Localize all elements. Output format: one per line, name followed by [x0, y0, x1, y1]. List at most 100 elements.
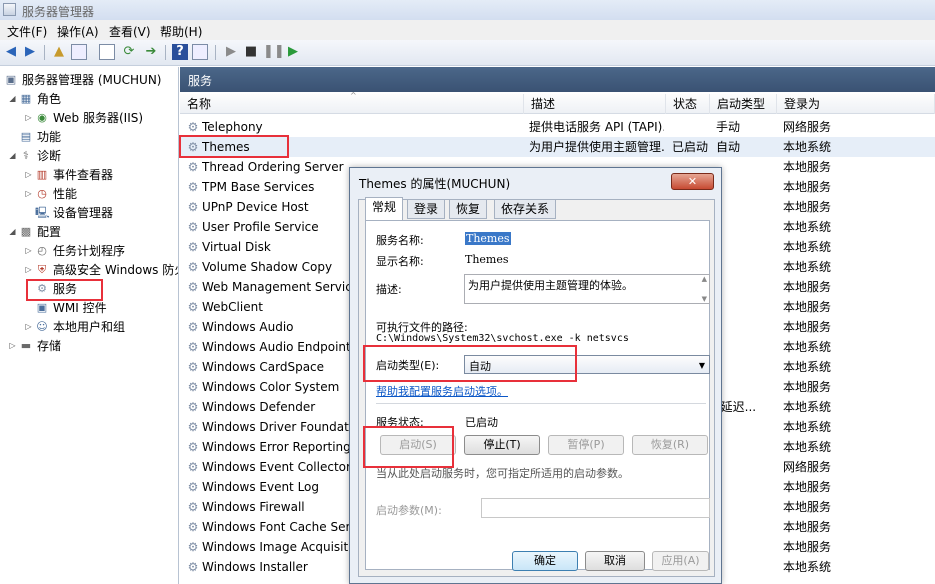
cell-logon: 本地系统: [783, 360, 832, 374]
tab-general[interactable]: 常规: [365, 197, 404, 220]
restart-service-icon[interactable]: ▶: [285, 44, 301, 60]
cell-logon: 本地服务: [783, 300, 832, 314]
pause-service-icon[interactable]: ❚❚: [263, 44, 285, 60]
tree-item-local-users[interactable]: ▷ ☺ 本地用户和组: [24, 318, 178, 336]
service-gear-icon: ⚙: [187, 500, 199, 514]
cell-logon: 本地系统: [783, 340, 832, 354]
close-button[interactable]: ✕: [671, 173, 714, 190]
event-viewer-icon: ▥: [36, 168, 48, 181]
tree-item-firewall[interactable]: ▷ ⛨ 高级安全 Windows 防火墙: [24, 261, 178, 279]
column-status[interactable]: 状态: [666, 94, 710, 114]
tree-item-storage[interactable]: ▷ ▬ 存储: [8, 337, 178, 355]
expand-arrow-icon[interactable]: ◢: [8, 223, 17, 241]
action-pane-icon[interactable]: [192, 44, 208, 60]
cancel-button[interactable]: 取消: [585, 551, 645, 571]
expand-arrow-icon[interactable]: ◢: [8, 147, 17, 165]
window-title: 服务器管理器: [22, 5, 95, 19]
forward-icon[interactable]: ▶: [22, 44, 38, 60]
tree-item-roles[interactable]: ◢ ▦ 角色: [8, 90, 178, 108]
ok-button[interactable]: 确定: [512, 551, 578, 571]
cell-logon: 本地系统: [783, 240, 832, 254]
start-service-icon[interactable]: ▶: [223, 44, 239, 60]
service-gear-icon: ⚙: [187, 140, 199, 154]
service-gear-icon: ⚙: [187, 400, 199, 414]
tree-item-wmi[interactable]: ▣ WMI 控件: [24, 299, 178, 317]
help-icon[interactable]: ?: [172, 44, 188, 60]
show-hide-tree-icon[interactable]: [71, 44, 87, 60]
expand-arrow-icon[interactable]: ▷: [24, 185, 33, 203]
apply-button[interactable]: 应用(A): [652, 551, 709, 571]
toolbar-separator: [44, 45, 45, 60]
column-logon[interactable]: 登录为: [777, 94, 935, 114]
stop-button[interactable]: 停止(T): [464, 435, 540, 455]
startup-type-select[interactable]: 自动 ▼: [464, 355, 710, 374]
properties-dialog: Themes 的属性(MUCHUN) ✕ 常规 登录 恢复 依存关系 服务名称:…: [349, 167, 722, 584]
refresh-icon[interactable]: ⟳: [121, 44, 137, 60]
stop-service-icon[interactable]: ■: [243, 44, 259, 60]
tab-dependencies[interactable]: 依存关系: [494, 199, 557, 219]
tree-item-device-manager[interactable]: 🖳 设备管理器: [24, 204, 178, 222]
firewall-icon: ⛨: [37, 263, 47, 276]
cell-logon: 本地服务: [783, 500, 832, 514]
up-folder-icon[interactable]: ▲: [51, 44, 67, 60]
cell-startup: [716, 157, 778, 177]
scroll-down-icon[interactable]: ▼: [702, 295, 707, 303]
navigation-tree: ▣ 服务器管理器 (MUCHUN) ◢ ▦ 角色 ▷ ◉ Web 服务器(IIS…: [0, 67, 179, 584]
start-params-input[interactable]: [481, 498, 710, 518]
performance-icon: ◷: [37, 187, 47, 200]
table-row[interactable]: ⚙ Telephony 提供电话服务 API (TAPI)... 手动 网络服务: [180, 117, 935, 137]
cell-status: [672, 117, 712, 137]
menu-help[interactable]: 帮助(H): [160, 23, 202, 40]
cell-startup: [716, 517, 778, 537]
tree-item-diagnostics[interactable]: ◢ ⚕ 诊断: [8, 147, 178, 165]
start-button[interactable]: 启动(S): [380, 435, 456, 455]
cell-logon: 本地系统: [783, 400, 832, 414]
expand-arrow-icon[interactable]: ▷: [8, 337, 17, 355]
tree-item-services[interactable]: ⚙ 服务: [24, 280, 178, 298]
properties-icon[interactable]: [99, 44, 115, 60]
app-icon: [3, 3, 16, 16]
tab-logon[interactable]: 登录: [407, 199, 446, 219]
menu-file[interactable]: 文件(F): [7, 23, 47, 40]
cell-startup: [716, 217, 778, 237]
tree-item-web-server[interactable]: ▷ ◉ Web 服务器(IIS): [24, 109, 178, 127]
expand-arrow-icon[interactable]: ▷: [24, 242, 33, 260]
expand-arrow-icon[interactable]: ▷: [24, 318, 33, 336]
cell-name: Themes: [202, 140, 250, 154]
tree-item-features[interactable]: ▤ 功能: [8, 128, 178, 146]
export-list-icon[interactable]: ➔: [143, 44, 159, 60]
scroll-up-icon[interactable]: ▲: [702, 275, 707, 283]
services-icon: ⚙: [37, 282, 47, 295]
cell-logon: 网络服务: [783, 460, 832, 474]
help-configure-link[interactable]: 帮助我配置服务启动选项。: [376, 383, 508, 399]
startup-type-value: 自动: [469, 360, 491, 373]
service-gear-icon: ⚙: [187, 120, 199, 134]
wmi-icon: ▣: [36, 301, 48, 314]
tree-item-server-manager[interactable]: ▣ 服务器管理器 (MUCHUN): [4, 71, 178, 89]
service-gear-icon: ⚙: [187, 520, 199, 534]
menu-view[interactable]: 查看(V): [109, 23, 151, 40]
service-gear-icon: ⚙: [187, 380, 199, 394]
tree-item-task-scheduler[interactable]: ▷ ◴ 任务计划程序: [24, 242, 178, 260]
column-startup-type[interactable]: 启动类型: [710, 94, 777, 114]
cell-startup: [716, 317, 778, 337]
back-icon[interactable]: ◀: [3, 44, 19, 60]
menu-action[interactable]: 操作(A): [57, 23, 99, 40]
expand-arrow-icon[interactable]: ▷: [24, 166, 33, 184]
expand-arrow-icon[interactable]: ◢: [8, 90, 17, 108]
service-name-label: 服务名称:: [376, 234, 424, 247]
tree-item-configuration[interactable]: ◢ ▩ 配置: [8, 223, 178, 241]
description-box[interactable]: 为用户提供使用主题管理的体验。 ▲ ▼: [464, 274, 710, 304]
tab-recovery[interactable]: 恢复: [449, 199, 488, 219]
table-row[interactable]: ⚙ Themes 为用户提供使用主题管理... 已启动 自动 本地系统: [180, 137, 935, 157]
cell-logon: 本地系统: [783, 440, 832, 454]
cell-logon: 本地服务: [783, 180, 832, 194]
tree-item-event-viewer[interactable]: ▷ ▥ 事件查看器: [24, 166, 178, 184]
expand-arrow-icon[interactable]: ▷: [24, 261, 33, 279]
resume-button[interactable]: 恢复(R): [632, 435, 708, 455]
pause-button[interactable]: 暂停(P): [548, 435, 624, 455]
tree-item-performance[interactable]: ▷ ◷ 性能: [24, 185, 178, 203]
cell-startup: [716, 377, 778, 397]
column-description[interactable]: 描述: [524, 94, 666, 114]
expand-arrow-icon[interactable]: ▷: [24, 109, 33, 127]
